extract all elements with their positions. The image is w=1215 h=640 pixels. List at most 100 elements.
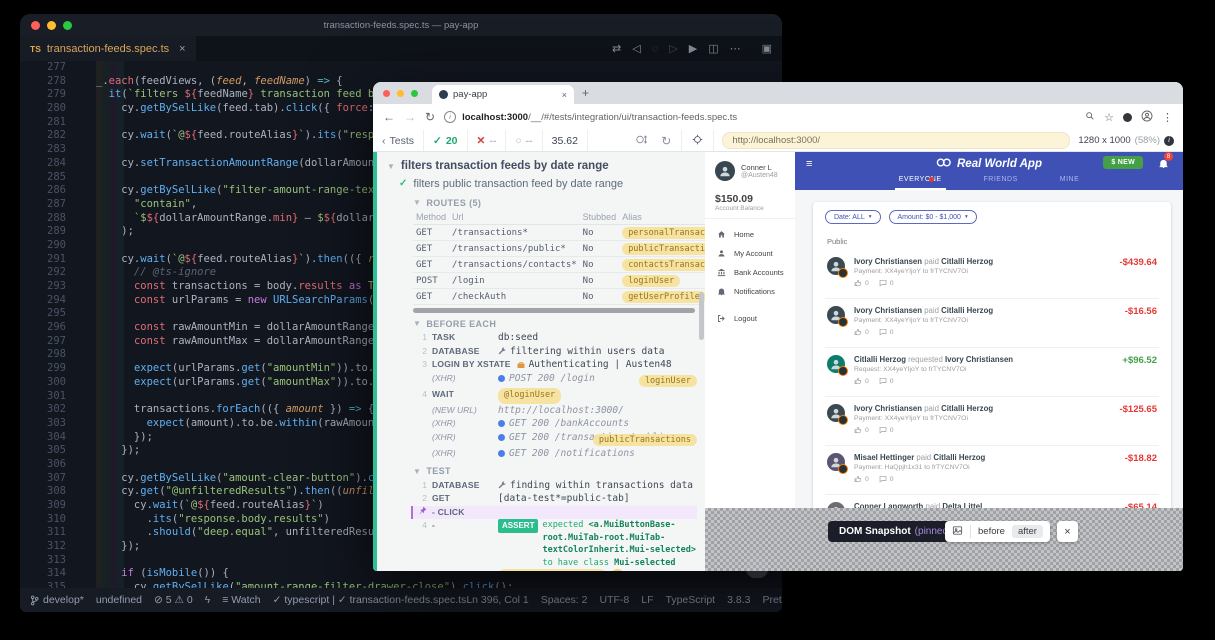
statusbar-item[interactable]: Prettier (762, 594, 782, 606)
editor-action-icon[interactable]: ◌ (652, 43, 659, 55)
site-info-icon[interactable]: i (444, 111, 456, 123)
transaction-row[interactable]: Ivory Christiansen paid Citlalli HerzogP… (825, 250, 1159, 299)
command-row[interactable]: 4WAIT@loginUser (413, 388, 697, 404)
statusbar-item[interactable]: Spaces: 2 (541, 594, 588, 606)
sidebar-item-logout[interactable]: Logout (705, 309, 795, 328)
new-transaction-button[interactable]: $ NEW (1103, 156, 1143, 169)
close-tab-icon[interactable]: × (179, 43, 185, 55)
statusbar-item[interactable]: 3.8.3 (727, 594, 750, 606)
transaction-row[interactable]: Misael Hettinger paid Citlalli HerzogPay… (825, 446, 1159, 495)
comment-icon[interactable] (879, 328, 887, 336)
horizontal-scrollbar[interactable] (413, 308, 695, 313)
snapshot-image-icon[interactable] (952, 525, 963, 539)
routes-section-header[interactable]: ▼ ROUTES (5) (413, 195, 697, 210)
comment-icon[interactable] (879, 279, 887, 287)
transaction-row[interactable]: Conner Langworth paid Delta LittelPaymen… (825, 495, 1159, 508)
statusbar-item[interactable]: UTF-8 (599, 594, 629, 606)
statusbar-item[interactable]: TypeScript (666, 594, 716, 606)
snapshot-before-button[interactable]: before (978, 526, 1005, 537)
like-icon[interactable] (854, 426, 862, 434)
sidebar-item-bank-accounts[interactable]: Bank Accounts (705, 263, 795, 282)
command-row[interactable]: (NEW URL)http://localhost:3000/ (413, 404, 697, 418)
statusbar-item[interactable]: develop* (30, 594, 84, 606)
feed-tab-everyone[interactable]: EVERYONE (895, 175, 946, 190)
viewport-scale-icon[interactable] (636, 134, 649, 148)
cypress-command-log[interactable]: ▼ filters transaction feeds by date rang… (373, 152, 705, 571)
test-section-header[interactable]: ▼ TEST (413, 464, 697, 479)
extension-icon[interactable] (1123, 113, 1132, 122)
editor-action-icon[interactable]: ◫ (708, 42, 718, 55)
like-icon[interactable] (854, 475, 862, 483)
editor-action-icon[interactable]: ◁ (632, 42, 640, 55)
command-row[interactable]: (XHR)GET 200 /transactions/publicpublicT… (413, 431, 697, 448)
editor-tab[interactable]: TS transaction-feeds.spec.ts × (20, 36, 196, 62)
statusbar-item[interactable]: Ln 396, Col 1 (466, 594, 528, 606)
restart-tests-icon[interactable]: ↻ (661, 134, 671, 148)
reload-icon[interactable]: ↻ (425, 110, 435, 124)
command-row[interactable]: - CLICK (411, 506, 697, 520)
feed-tab-friends[interactable]: FRIENDS (980, 175, 1022, 190)
vertical-scrollbar[interactable] (699, 292, 704, 340)
command-row[interactable]: (XHR)GET 200 /bankAccounts (413, 417, 697, 431)
bookmark-star-icon[interactable]: ☆ (1104, 111, 1114, 124)
sidebar-item-home[interactable]: Home (705, 225, 795, 244)
url-bar[interactable]: i localhost:3000/__/#/tests/integration/… (444, 111, 1076, 123)
collapse-caret-icon[interactable]: ▼ (387, 162, 395, 171)
browser-window-controls[interactable] (383, 90, 418, 97)
like-icon[interactable] (854, 279, 862, 287)
test-title[interactable]: ✓ filters public transaction feed by dat… (387, 175, 705, 192)
like-icon[interactable] (854, 377, 862, 385)
menu-icon[interactable]: ≡ (806, 158, 812, 170)
suite-header[interactable]: ▼ filters transaction feeds by date rang… (387, 157, 705, 175)
close-tab-icon[interactable]: × (562, 90, 567, 100)
comment-icon[interactable] (879, 377, 887, 385)
maximize-window-button[interactable] (411, 90, 418, 97)
copy-layout-icon[interactable]: ▣ (762, 42, 772, 55)
comment-icon[interactable] (879, 475, 887, 483)
command-row[interactable]: (XHR)GET 200 /notifications (413, 447, 697, 461)
browser-tab[interactable]: pay-app × (432, 85, 574, 104)
sidebar-item-my-account[interactable]: My Account (705, 244, 795, 263)
comment-icon[interactable] (879, 426, 887, 434)
back-to-tests-link[interactable]: ‹ Tests (373, 130, 424, 151)
command-row[interactable]: 3LOGIN BY XSTATEAuthenticating | Austen4… (413, 358, 697, 372)
date-filter-button[interactable]: Date: ALL▾ (825, 210, 881, 224)
statusbar-item[interactable]: ϟ (205, 594, 211, 606)
editor-action-icon[interactable]: ▷ (669, 42, 677, 55)
zoom-icon[interactable] (1085, 111, 1095, 124)
command-row[interactable]: 5WAIT@publicTransactions1 (413, 569, 697, 571)
close-window-button[interactable] (383, 90, 390, 97)
notifications-bell-icon[interactable]: 8 (1158, 156, 1169, 174)
collapse-caret-icon[interactable]: ▼ (413, 198, 421, 207)
command-row[interactable]: 4- ASSERTexpected <a.MuiButtonBase-root.… (413, 519, 697, 569)
amount-filter-button[interactable]: Amount: $0 - $1,000▾ (889, 210, 977, 224)
back-icon[interactable]: ← (383, 110, 395, 124)
snapshot-after-button[interactable]: after (1012, 525, 1043, 538)
unpin-snapshot-button[interactable]: × (1057, 521, 1078, 542)
sidebar-item-notifications[interactable]: Notifications (705, 282, 795, 301)
new-tab-button[interactable]: + (582, 86, 589, 100)
editor-action-icon[interactable]: ⋯ (730, 42, 741, 55)
statusbar-item[interactable]: ≡ Watch (222, 594, 260, 606)
statusbar-item[interactable]: LF (641, 594, 653, 606)
command-row[interactable]: (XHR)POST 200 /loginloginUser (413, 372, 697, 389)
editor-action-icon[interactable]: ▶ (689, 42, 697, 55)
statusbar-item[interactable]: undefined (96, 594, 142, 606)
transaction-row[interactable]: Citlalli Herzog requested Ivory Christia… (825, 348, 1159, 397)
editor-action-icon[interactable]: ⇄ (612, 42, 621, 55)
like-icon[interactable] (854, 328, 862, 336)
transaction-row[interactable]: Ivory Christiansen paid Citlalli HerzogP… (825, 397, 1159, 446)
collapse-caret-icon[interactable]: ▼ (413, 319, 421, 328)
browser-menu-icon[interactable]: ⋮ (1162, 111, 1173, 124)
app-url-field[interactable]: http://localhost:3000/ (722, 132, 1070, 149)
pin-icon[interactable] (418, 506, 427, 515)
statusbar-item[interactable]: ✓ typescript | ✓ transaction-feeds.spec.… (273, 594, 467, 606)
profile-avatar-icon[interactable] (1141, 110, 1153, 125)
collapse-caret-icon[interactable]: ▼ (413, 467, 421, 476)
selector-playground-icon[interactable] (681, 130, 714, 151)
command-row[interactable]: 2GET[data-test*=public-tab] (413, 492, 697, 506)
minimize-window-button[interactable] (397, 90, 404, 97)
statusbar-item[interactable]: ⊘ 5 ⚠ 0 (154, 594, 193, 606)
forward-icon[interactable]: → (404, 110, 416, 124)
before-each-section-header[interactable]: ▼ BEFORE EACH (413, 316, 697, 331)
